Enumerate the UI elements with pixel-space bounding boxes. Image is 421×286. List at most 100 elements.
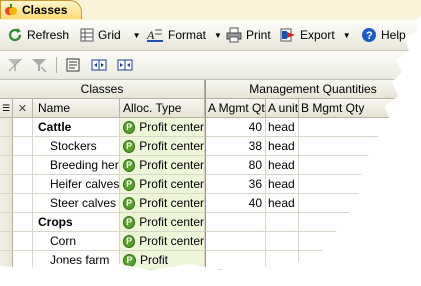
row-delete-cell[interactable] (13, 137, 33, 156)
print-button[interactable]: Print (226, 24, 271, 46)
a-unit-cell[interactable] (266, 213, 299, 232)
row-delete-cell[interactable] (13, 213, 33, 232)
a-mgmt-qty-cell[interactable] (205, 232, 266, 251)
a-mgmt-qty-cell[interactable] (205, 251, 266, 270)
a-unit-cell[interactable]: head (266, 175, 299, 194)
name-cell[interactable]: Cattle (33, 118, 120, 137)
profit-center-icon: P (123, 215, 136, 229)
a-unit-cell[interactable] (266, 251, 299, 270)
row-selector[interactable] (0, 175, 13, 194)
svg-text:?: ? (366, 30, 373, 42)
print-label: Print (246, 28, 271, 42)
help-label: Help (381, 28, 406, 42)
row-selector[interactable] (0, 118, 13, 137)
profit-center-icon: P (123, 120, 136, 134)
filter-button[interactable] (30, 56, 48, 74)
help-button[interactable]: ? Help (361, 24, 406, 46)
alloc-type-cell[interactable]: P Profit center (120, 232, 205, 251)
filter-icon (32, 59, 47, 73)
refresh-button[interactable]: Refresh (7, 24, 69, 46)
b-mgmt-qty-cell[interactable] (299, 232, 421, 251)
profit-center-icon: P (123, 234, 136, 248)
refresh-icon (8, 28, 22, 42)
a-mgmt-qty-cell[interactable]: 40 (205, 194, 266, 213)
name-cell[interactable]: Jones farm (33, 251, 120, 270)
tab-strip: Classes (0, 0, 421, 21)
name-cell[interactable]: Stockers (33, 137, 120, 156)
svg-text:A: A (146, 28, 155, 42)
row-delete-cell[interactable] (13, 194, 33, 213)
document-button[interactable] (64, 56, 82, 74)
alloc-type-cell[interactable]: P Profit center (120, 213, 205, 232)
row-delete-cell[interactable] (13, 118, 33, 137)
alloc-type-cell[interactable]: P Profit center (120, 156, 205, 175)
column-header-alloc-type[interactable]: Alloc. Type (120, 99, 205, 118)
row-delete-cell[interactable] (13, 175, 33, 194)
format-menu-button[interactable]: A Format ▼ (146, 24, 222, 46)
a-mgmt-qty-cell[interactable]: 38 (205, 137, 266, 156)
profit-center-icon: P (123, 158, 136, 172)
column-header-a-unit[interactable]: A unit (266, 99, 299, 118)
printer-icon (226, 27, 242, 43)
row-selector[interactable] (0, 251, 13, 270)
a-unit-cell[interactable]: head (266, 156, 299, 175)
export-menu-button[interactable]: Export ▼ (280, 24, 351, 46)
alloc-type-label: Profit center (139, 177, 204, 191)
row-selector[interactable] (0, 194, 13, 213)
alloc-type-cell[interactable]: P Profit center (120, 137, 205, 156)
a-mgmt-qty-cell[interactable] (205, 213, 266, 232)
b-mgmt-qty-cell[interactable] (299, 213, 421, 232)
grid-menu-button[interactable]: Grid ▼ (80, 24, 141, 46)
a-mgmt-qty-cell[interactable]: 80 (205, 156, 266, 175)
toolbar-separator (56, 57, 57, 73)
expand-columns-button[interactable] (116, 56, 134, 74)
tab-title: Classes (22, 3, 68, 17)
name-cell[interactable]: Steer calves (33, 194, 120, 213)
b-mgmt-qty-cell[interactable] (299, 156, 421, 175)
b-mgmt-qty-cell[interactable] (299, 251, 421, 270)
filter-remove-icon (8, 58, 22, 72)
alloc-type-cell[interactable]: P Profit center (120, 194, 205, 213)
row-delete-cell[interactable] (13, 156, 33, 175)
b-mgmt-qty-cell[interactable] (299, 175, 421, 194)
row-selector[interactable] (0, 232, 13, 251)
row-delete-cell[interactable] (13, 251, 33, 270)
column-header-a-mgmt-qty[interactable]: A Mgmt Qty (205, 99, 266, 118)
tab-classes[interactable]: Classes (0, 0, 82, 19)
group-header-classes: Classes (0, 80, 205, 99)
row-delete-cell[interactable] (13, 232, 33, 251)
column-header-name[interactable]: Name (33, 99, 120, 118)
alloc-type-label: Profit (140, 253, 169, 267)
delete-column-header[interactable]: ✕ (13, 99, 33, 118)
grid-label: Grid (98, 28, 121, 42)
collapse-columns-button[interactable] (90, 56, 108, 74)
export-icon (280, 28, 295, 42)
row-selector-header[interactable]: ☰ (0, 99, 13, 118)
row-selector[interactable] (0, 213, 13, 232)
a-unit-cell[interactable]: head (266, 194, 299, 213)
a-unit-cell[interactable]: head (266, 137, 299, 156)
column-header-b-mgmt-qty[interactable]: B Mgmt Qty (299, 99, 421, 118)
a-unit-cell[interactable]: head (266, 118, 299, 137)
a-unit-cell[interactable] (266, 232, 299, 251)
format-icon: A (146, 28, 163, 42)
alloc-type-label: Profit center (139, 234, 204, 248)
row-selector[interactable] (0, 156, 13, 175)
alloc-type-cell[interactable]: P Profit center (120, 175, 205, 194)
remove-filter-button[interactable] (6, 56, 24, 74)
alloc-type-cell[interactable]: P Profit center (120, 118, 205, 137)
name-cell[interactable]: Corn (33, 232, 120, 251)
row-selector[interactable] (0, 137, 13, 156)
name-cell[interactable]: Breeding herd (33, 156, 120, 175)
name-cell[interactable]: Heifer calves (33, 175, 120, 194)
alloc-type-cell[interactable]: P Profit (120, 251, 205, 270)
chevron-down-icon: ▼ (342, 30, 351, 40)
b-mgmt-qty-cell[interactable] (299, 137, 421, 156)
classes-app-icon (5, 4, 17, 15)
b-mgmt-qty-cell[interactable] (299, 118, 421, 137)
a-mgmt-qty-cell[interactable]: 40 (205, 118, 266, 137)
name-cell[interactable]: Crops (33, 213, 120, 232)
a-mgmt-qty-cell[interactable]: 36 (205, 175, 266, 194)
main-toolbar: Refresh Grid ▼ A Format ▼ Print Export ▼… (0, 20, 421, 51)
b-mgmt-qty-cell[interactable] (299, 194, 421, 213)
